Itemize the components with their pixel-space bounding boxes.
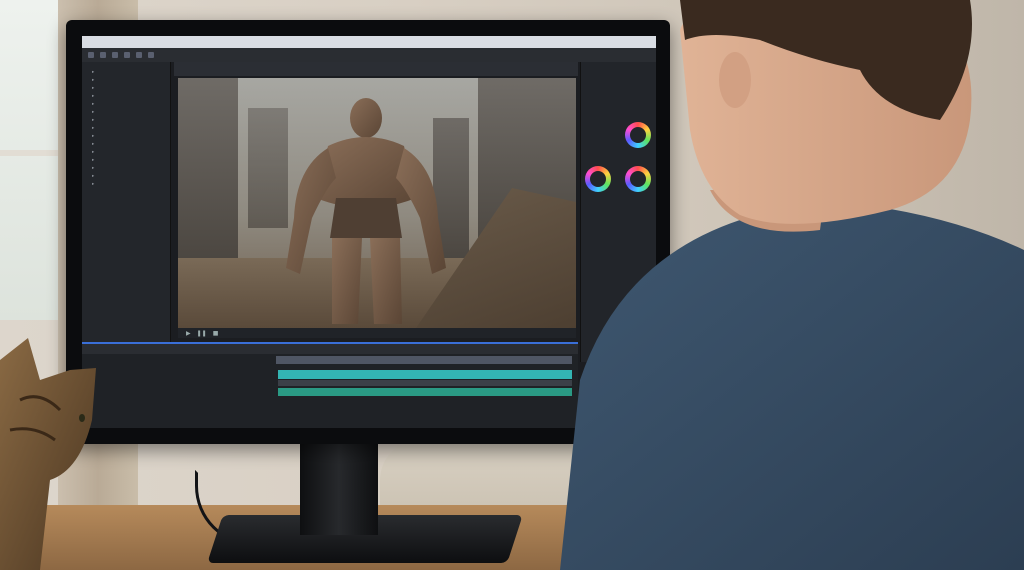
tool-icon[interactable]	[88, 52, 94, 58]
window-frame	[0, 150, 58, 156]
layer-row[interactable]	[88, 386, 268, 393]
timeline-ruler[interactable]	[276, 356, 572, 364]
tool-icon[interactable]	[136, 52, 142, 58]
layer-row[interactable]	[88, 393, 268, 400]
window	[0, 0, 64, 320]
tool-icon[interactable]	[124, 52, 130, 58]
project-item[interactable]: ▸	[82, 132, 170, 140]
viewer-tab[interactable]	[174, 62, 578, 76]
project-item[interactable]: ▸	[82, 100, 170, 108]
tool-icon[interactable]	[112, 52, 118, 58]
stop-icon[interactable]: ■	[213, 330, 219, 337]
play-icon[interactable]: ▶	[186, 330, 191, 337]
layer-row[interactable]	[88, 379, 268, 386]
pause-icon[interactable]: ❚❚	[197, 330, 207, 337]
project-item[interactable]: ▸	[82, 76, 170, 84]
layer-row[interactable]	[88, 372, 268, 379]
timeline-track-clip[interactable]	[278, 388, 572, 396]
project-item[interactable]: ▸	[82, 148, 170, 156]
layer-list	[88, 358, 268, 418]
project-item[interactable]: ▸	[82, 140, 170, 148]
project-item[interactable]: ▸	[82, 164, 170, 172]
project-item[interactable]: ▸	[82, 124, 170, 132]
project-item[interactable]: ▸	[82, 116, 170, 124]
project-item[interactable]: ▸	[82, 68, 170, 76]
project-item[interactable]: ▸	[82, 84, 170, 92]
person	[560, 0, 1024, 570]
project-item[interactable]: ▸	[82, 172, 170, 180]
layer-row[interactable]	[88, 365, 268, 372]
ogre-figure	[286, 98, 446, 324]
cat	[0, 338, 96, 570]
project-item[interactable]: ▸	[82, 108, 170, 116]
ruined-building	[178, 78, 238, 258]
project-item[interactable]: ▸	[82, 92, 170, 100]
timeline-track-clip[interactable]	[278, 370, 572, 379]
composition-viewer[interactable]	[178, 78, 576, 328]
viewer-controls: ▶ ❚❚ ■	[178, 328, 576, 338]
layer-row[interactable]	[88, 358, 268, 365]
timeline-panel	[82, 342, 578, 428]
tool-icon[interactable]	[148, 52, 154, 58]
project-panel: ▸ ▸ ▸ ▸ ▸ ▸ ▸ ▸ ▸ ▸ ▸ ▸ ▸ ▸ ▸	[82, 62, 171, 362]
tool-icon[interactable]	[100, 52, 106, 58]
monitor-stand-neck	[300, 440, 378, 535]
project-item[interactable]: ▸	[82, 156, 170, 164]
timeline-track[interactable]	[278, 380, 572, 386]
project-item[interactable]: ▸	[82, 180, 170, 188]
timeline-header[interactable]	[82, 344, 578, 354]
